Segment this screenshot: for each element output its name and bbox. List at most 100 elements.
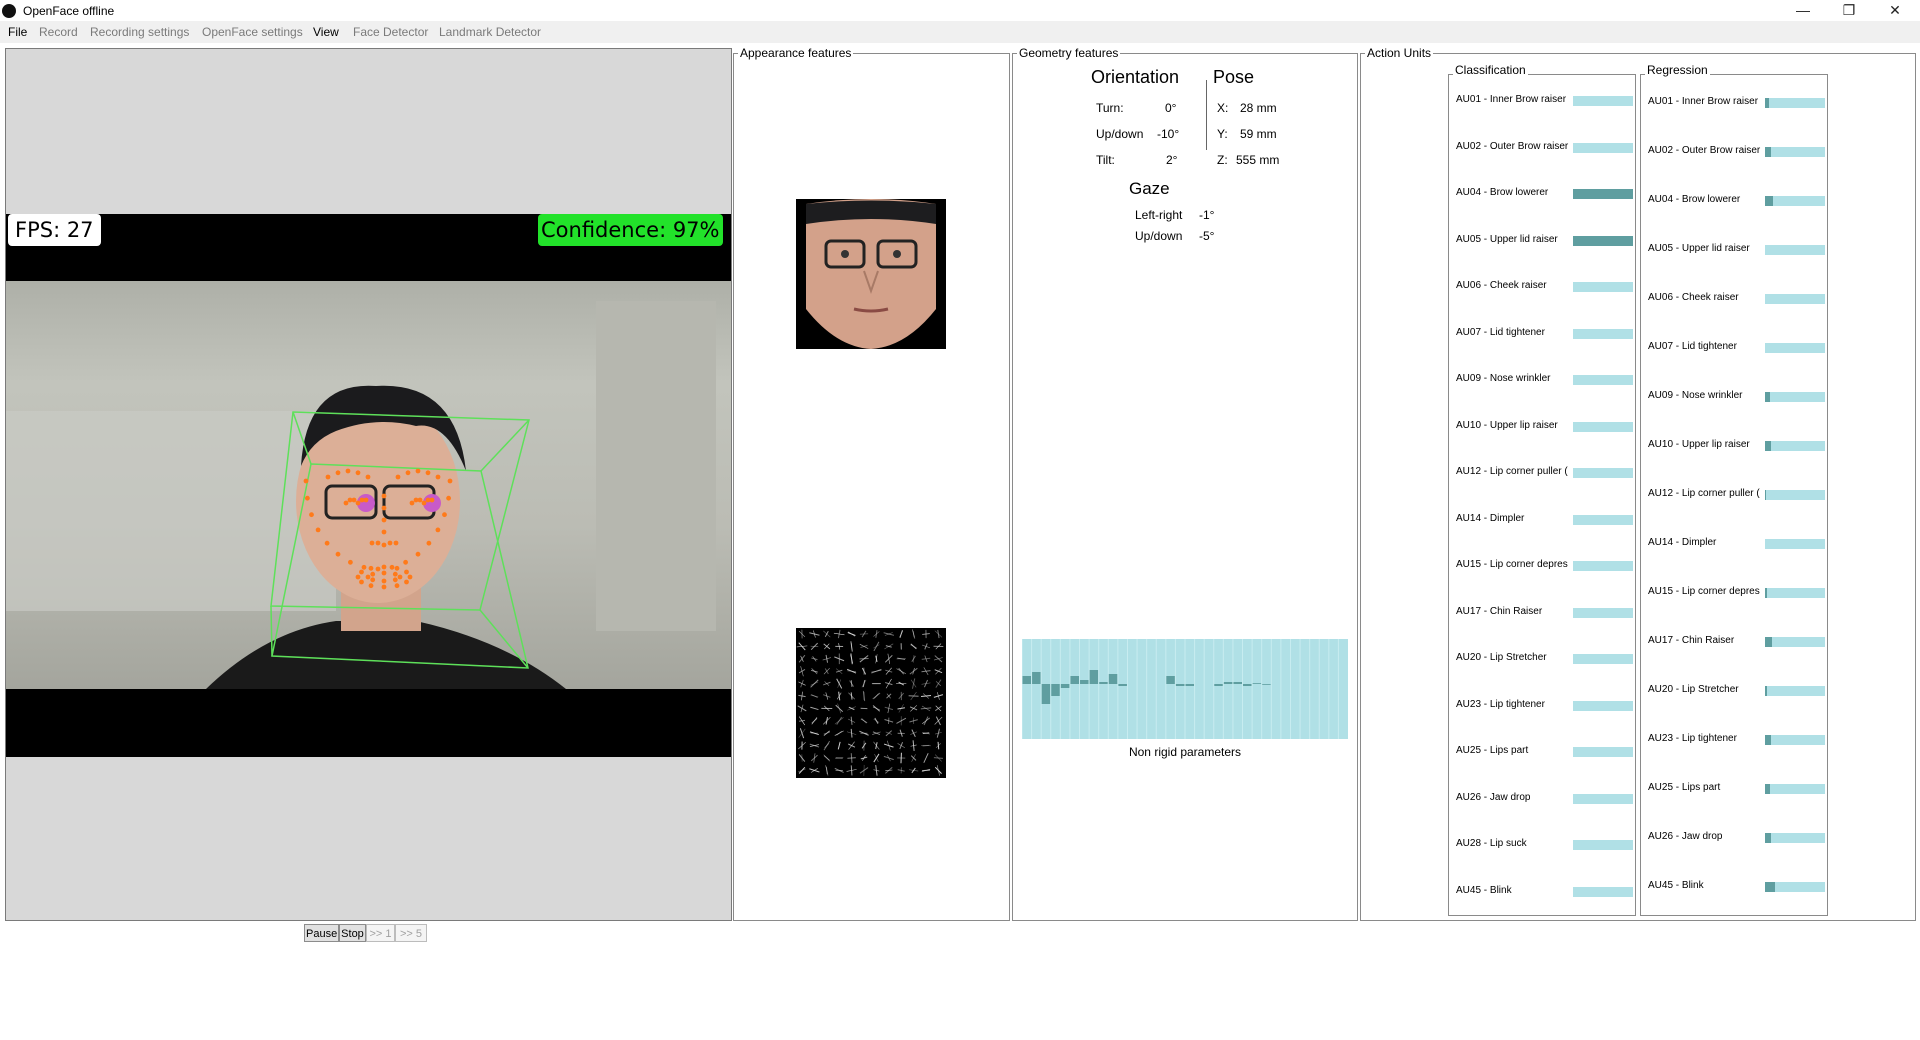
regression-bar — [1765, 392, 1825, 402]
pose-z-label: Z: — [1217, 153, 1228, 167]
landmark-point — [365, 574, 371, 580]
classification-label: AU09 - Nose wrinkler — [1456, 373, 1551, 384]
regression-bar — [1765, 784, 1825, 794]
appearance-features-title: Appearance features — [738, 46, 854, 60]
regression-label: AU01 - Inner Brow raiser — [1648, 96, 1759, 107]
maximize-button[interactable]: ❐ — [1826, 0, 1872, 21]
landmark-point — [381, 517, 387, 523]
action-units-group — [1360, 53, 1916, 921]
landmark-point — [426, 540, 432, 546]
regression-bar-fill — [1765, 441, 1771, 451]
landmark-point — [303, 478, 309, 484]
non-rigid-bar — [1060, 684, 1070, 688]
landmark-point — [381, 542, 387, 548]
classification-label: AU04 - Brow lowerer — [1456, 187, 1549, 198]
landmark-point — [324, 540, 330, 546]
landmark-point — [375, 540, 381, 546]
geometry-features-title: Geometry features — [1017, 46, 1121, 60]
non-rigid-bar — [1166, 676, 1175, 684]
non-rigid-bar — [1080, 680, 1089, 684]
regression-label: AU25 - Lips part — [1648, 782, 1721, 793]
landmark-point — [387, 540, 393, 546]
step-1-button[interactable]: >> 1 — [366, 924, 395, 942]
classification-label: AU25 - Lips part — [1456, 745, 1529, 756]
menu-landmark-detector[interactable]: Landmark Detector — [439, 25, 541, 39]
regression-label: AU06 - Cheek raiser — [1648, 292, 1739, 303]
updown-value: -10° — [1157, 127, 1180, 141]
landmark-point — [389, 564, 395, 570]
video-panel: FPS: 27 Confidence: 97% — [5, 48, 732, 921]
classification-bar — [1573, 607, 1633, 618]
menu-openface-settings[interactable]: OpenFace settings — [202, 25, 303, 39]
fps-label: FPS: 27 — [8, 214, 101, 246]
landmark-point — [370, 571, 376, 577]
classification-label: AU20 - Lip Stretcher — [1456, 652, 1547, 663]
action-units-title: Action Units — [1365, 46, 1434, 60]
classification-bar — [1573, 793, 1633, 804]
landmark-point — [355, 500, 361, 506]
regression-label: AU10 - Upper lip raiser — [1648, 439, 1750, 450]
landmark-point — [375, 566, 381, 572]
regression-label: AU45 - Blink — [1648, 880, 1704, 891]
gaze-heading: Gaze — [1129, 179, 1170, 198]
turn-value: 0° — [1165, 101, 1177, 115]
classification-label: AU07 - Lid tightener — [1456, 326, 1545, 338]
landmark-point — [359, 569, 364, 575]
menu-file[interactable]: File — [8, 25, 27, 39]
title-bar — [0, 0, 1920, 21]
landmark-point — [381, 584, 387, 590]
menu-recording-settings[interactable]: Recording settings — [90, 25, 189, 39]
minimize-button[interactable]: — — [1780, 0, 1826, 21]
non-rigid-bar — [1089, 670, 1099, 684]
landmark-point — [345, 468, 351, 474]
stop-button[interactable]: Stop — [339, 924, 366, 942]
pose-x-label: X: — [1217, 101, 1229, 115]
landmark-point — [404, 579, 409, 585]
regression-bar-fill — [1765, 98, 1769, 108]
regression-bar — [1765, 637, 1825, 647]
classification-bar — [1573, 375, 1633, 385]
landmark-point — [363, 497, 369, 503]
landmark-point — [381, 529, 387, 535]
landmark-point — [369, 540, 375, 546]
non-rigid-params-chart — [1021, 639, 1348, 739]
menu-face-detector[interactable]: Face Detector — [353, 25, 428, 39]
landmark-point — [381, 505, 387, 511]
landmark-point — [305, 495, 310, 501]
classification-bar — [1573, 96, 1633, 106]
step-5-button[interactable]: >> 5 — [395, 924, 427, 942]
landmark-point — [393, 540, 399, 546]
landmark-point — [442, 512, 447, 518]
classification-label: AU28 - Lip suck — [1456, 838, 1527, 849]
regression-bar — [1765, 196, 1825, 206]
video-frame — [6, 281, 731, 689]
landmark-point — [355, 470, 361, 476]
landmark-point — [368, 583, 374, 589]
pause-button[interactable]: Pause — [304, 924, 339, 942]
non-rigid-bar — [1099, 682, 1108, 684]
regression-bar-fill — [1765, 490, 1767, 500]
non-rigid-bar — [1252, 683, 1262, 684]
regression-bar-fill — [1765, 735, 1771, 745]
classification-label: AU01 - Inner Brow raiser — [1456, 94, 1567, 105]
non-rigid-bar — [1108, 674, 1118, 684]
classification-label: AU14 - Dimpler — [1456, 512, 1525, 524]
menu-view[interactable]: View — [313, 25, 339, 39]
pose-y-value: 59 mm — [1240, 127, 1277, 141]
close-button[interactable]: ✕ — [1872, 0, 1918, 21]
pose-y-label: Y: — [1217, 127, 1228, 141]
regression-label: AU23 - Lip tightener — [1648, 733, 1737, 744]
landmark-point — [446, 495, 451, 501]
landmark-point — [415, 551, 421, 557]
pose-divider — [1206, 80, 1207, 150]
tilt-label: Tilt: — [1096, 153, 1115, 167]
regression-bar — [1765, 686, 1825, 696]
classification-label: AU23 - Lip tightener — [1456, 698, 1545, 710]
regression-bar — [1765, 343, 1825, 353]
regression-bar — [1765, 882, 1825, 892]
pose-x-value: 28 mm — [1240, 101, 1277, 115]
classification-bar — [1573, 328, 1633, 339]
regression-label: AU02 - Outer Brow raiser — [1648, 145, 1761, 156]
menu-record[interactable]: Record — [39, 25, 78, 39]
landmark-point — [395, 474, 401, 480]
